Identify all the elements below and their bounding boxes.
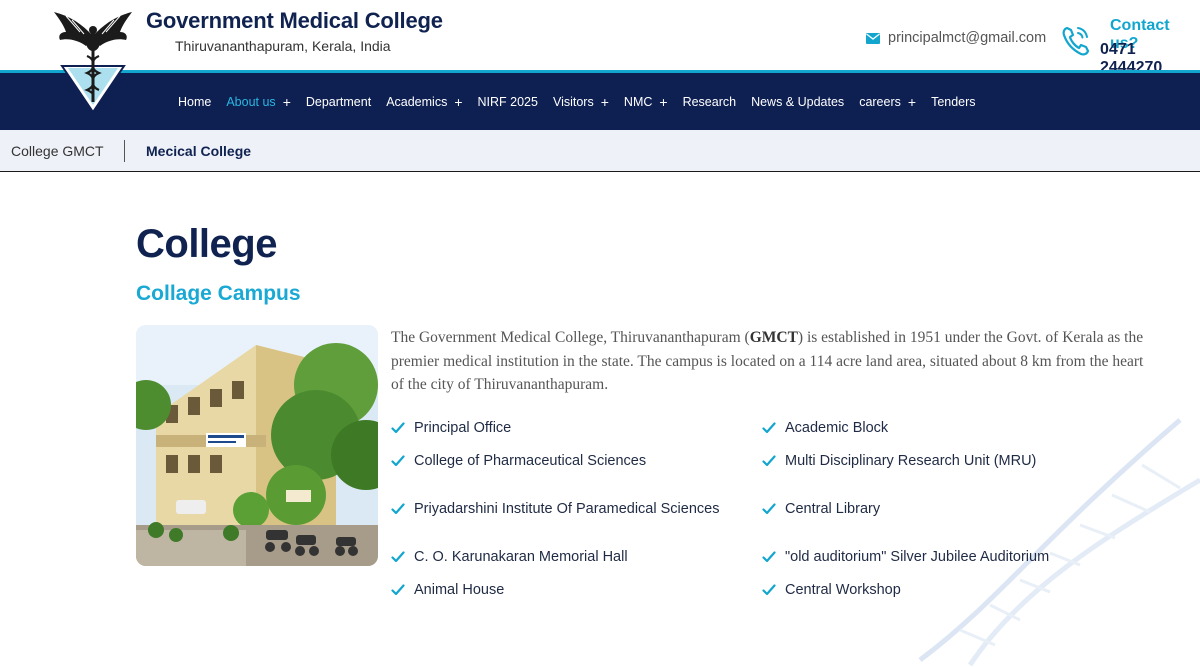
nav-item-visitors[interactable]: Visitors + [553, 94, 609, 110]
facility-item: C. O. Karunakaran Memorial Hall [391, 549, 628, 565]
campus-photo [136, 325, 378, 566]
nav-item-tenders[interactable]: Tenders [931, 95, 975, 109]
facility-item: Central Library [762, 501, 880, 517]
facility-item: Priyadarshini Institute Of Paramedical S… [391, 501, 719, 517]
main-navigation: Home About us + Department Academics + NIRF 20… [0, 73, 1200, 130]
nav-item-department[interactable]: Department [306, 95, 371, 109]
plus-icon[interactable]: + [454, 94, 462, 110]
plus-icon[interactable]: + [283, 94, 291, 110]
checkmark-icon [391, 422, 405, 434]
breadcrumb-divider [124, 140, 125, 162]
nav-item-label: Academics [386, 94, 448, 109]
nav-item-label: careers [859, 94, 901, 109]
nav-item-label: Department [305, 94, 372, 109]
email-contact[interactable]: principalmct@gmail.com [866, 30, 1046, 46]
checkmark-icon [762, 455, 776, 467]
facility-label: College of Pharmaceutical Sciences [414, 453, 647, 469]
nav-item-careers[interactable]: careers + [859, 94, 916, 110]
section-title: Collage Campus [136, 282, 301, 305]
nav-item-label: Visitors [552, 94, 594, 109]
checkmark-icon [391, 503, 405, 515]
email-address[interactable]: principalmct@gmail.com [888, 30, 1046, 46]
nav-item-nmc[interactable]: NMC + [624, 94, 668, 110]
facility-item: Multi Disciplinary Research Unit (MRU) [762, 453, 1036, 469]
plus-icon[interactable]: + [659, 94, 667, 110]
breadcrumb: College GMCT Mecical College [0, 130, 1200, 172]
nav-item-label: About us [226, 94, 276, 109]
checkmark-icon [762, 551, 776, 563]
nav-item-about-us[interactable]: About us + [226, 94, 291, 110]
facility-label: Animal House [414, 582, 505, 598]
page-title: College [136, 222, 277, 266]
checkmark-icon [391, 551, 405, 563]
checkmark-icon [762, 584, 776, 596]
facility-item: Animal House [391, 582, 504, 598]
plus-icon[interactable]: + [908, 94, 916, 110]
facility-item: Academic Block [762, 420, 888, 436]
checkmark-icon [391, 584, 405, 596]
site-subtitle: Thiruvananthapuram, Kerala, India [175, 38, 391, 54]
facility-item: Central Workshop [762, 582, 901, 598]
nav-item-home[interactable]: Home [178, 95, 211, 109]
nav-item-label: NIRF 2025 [477, 94, 538, 109]
facility-label: Principal Office [414, 420, 512, 436]
nav-item-academics[interactable]: Academics + [386, 94, 462, 110]
facility-label: Multi Disciplinary Research Unit (MRU) [785, 453, 1037, 469]
breadcrumb-current: Mecical College [146, 143, 252, 159]
nav-item-news-updates[interactable]: News & Updates [751, 95, 844, 109]
dna-background-decoration [918, 418, 1200, 667]
nav-item-label: Research [682, 94, 737, 109]
intro-text-bold: GMCT [749, 329, 798, 346]
plus-icon[interactable]: + [601, 94, 609, 110]
breadcrumb-parent[interactable]: College GMCT [11, 143, 104, 159]
top-bar: Government Medical College Thiruvanantha… [0, 0, 1200, 76]
intro-paragraph: The Government Medical College, Thiruvan… [391, 326, 1151, 397]
facility-item: College of Pharmaceutical Sciences [391, 453, 646, 469]
checkmark-icon [762, 422, 776, 434]
facility-label: Priyadarshini Institute Of Paramedical S… [414, 501, 720, 517]
site-header: Government Medical College Thiruvanantha… [0, 0, 1200, 130]
nav-list: Home About us + Department Academics + NIRF 20… [178, 73, 991, 130]
nav-item-label: Tenders [931, 94, 976, 109]
site-title[interactable]: Government Medical College [146, 8, 443, 34]
facility-label: C. O. Karunakaran Memorial Hall [414, 549, 628, 565]
facility-item: "old auditorium" Silver Jubilee Auditori… [762, 549, 1049, 565]
phone-call-icon [1062, 26, 1090, 56]
nav-item-label: News & Updates [751, 94, 845, 109]
facility-item: Principal Office [391, 420, 511, 436]
nav-item-label: NMC [623, 94, 653, 109]
nav-item-research[interactable]: Research [683, 95, 737, 109]
college-logo[interactable] [52, 6, 134, 114]
checkmark-icon [762, 503, 776, 515]
facility-label: "old auditorium" Silver Jubilee Auditori… [785, 549, 1050, 565]
nav-item-label: Home [178, 94, 212, 109]
intro-text-part1: The Government Medical College, Thiruvan… [391, 329, 750, 346]
facility-label: Central Library [785, 501, 881, 517]
checkmark-icon [391, 455, 405, 467]
facility-label: Academic Block [785, 420, 889, 436]
nav-item-nirf-2025[interactable]: NIRF 2025 [478, 95, 538, 109]
facility-label: Central Workshop [785, 582, 901, 598]
envelope-icon [866, 32, 880, 44]
